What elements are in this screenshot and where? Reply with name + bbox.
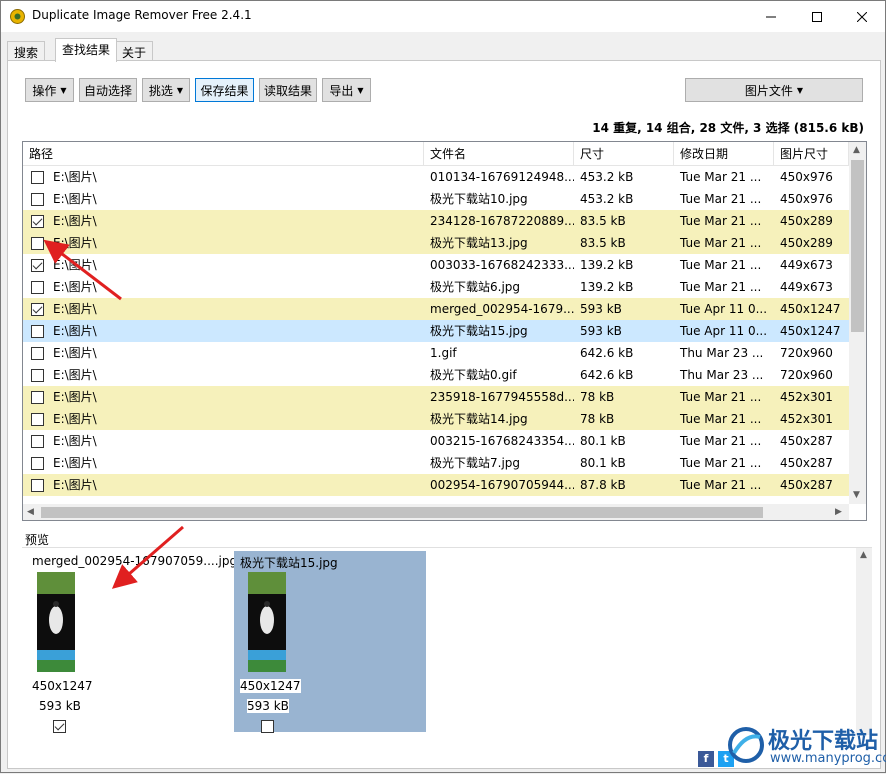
annotation-arrow-checkbox: [43, 239, 122, 301]
watermark-logo-icon: [728, 727, 764, 763]
annotation-arrow-preview: [111, 525, 184, 589]
annotation-arrows: [43, 239, 184, 589]
tab-results[interactable]: 查找结果: [55, 38, 118, 62]
watermark-url: www.manyprog.com: [770, 751, 886, 766]
app-window: Duplicate Image Remover Free 2.4.1 搜索 查找…: [0, 0, 886, 773]
watermark: 极光下载站 www.manyprog.com: [726, 721, 886, 771]
facebook-icon[interactable]: f: [698, 751, 714, 767]
